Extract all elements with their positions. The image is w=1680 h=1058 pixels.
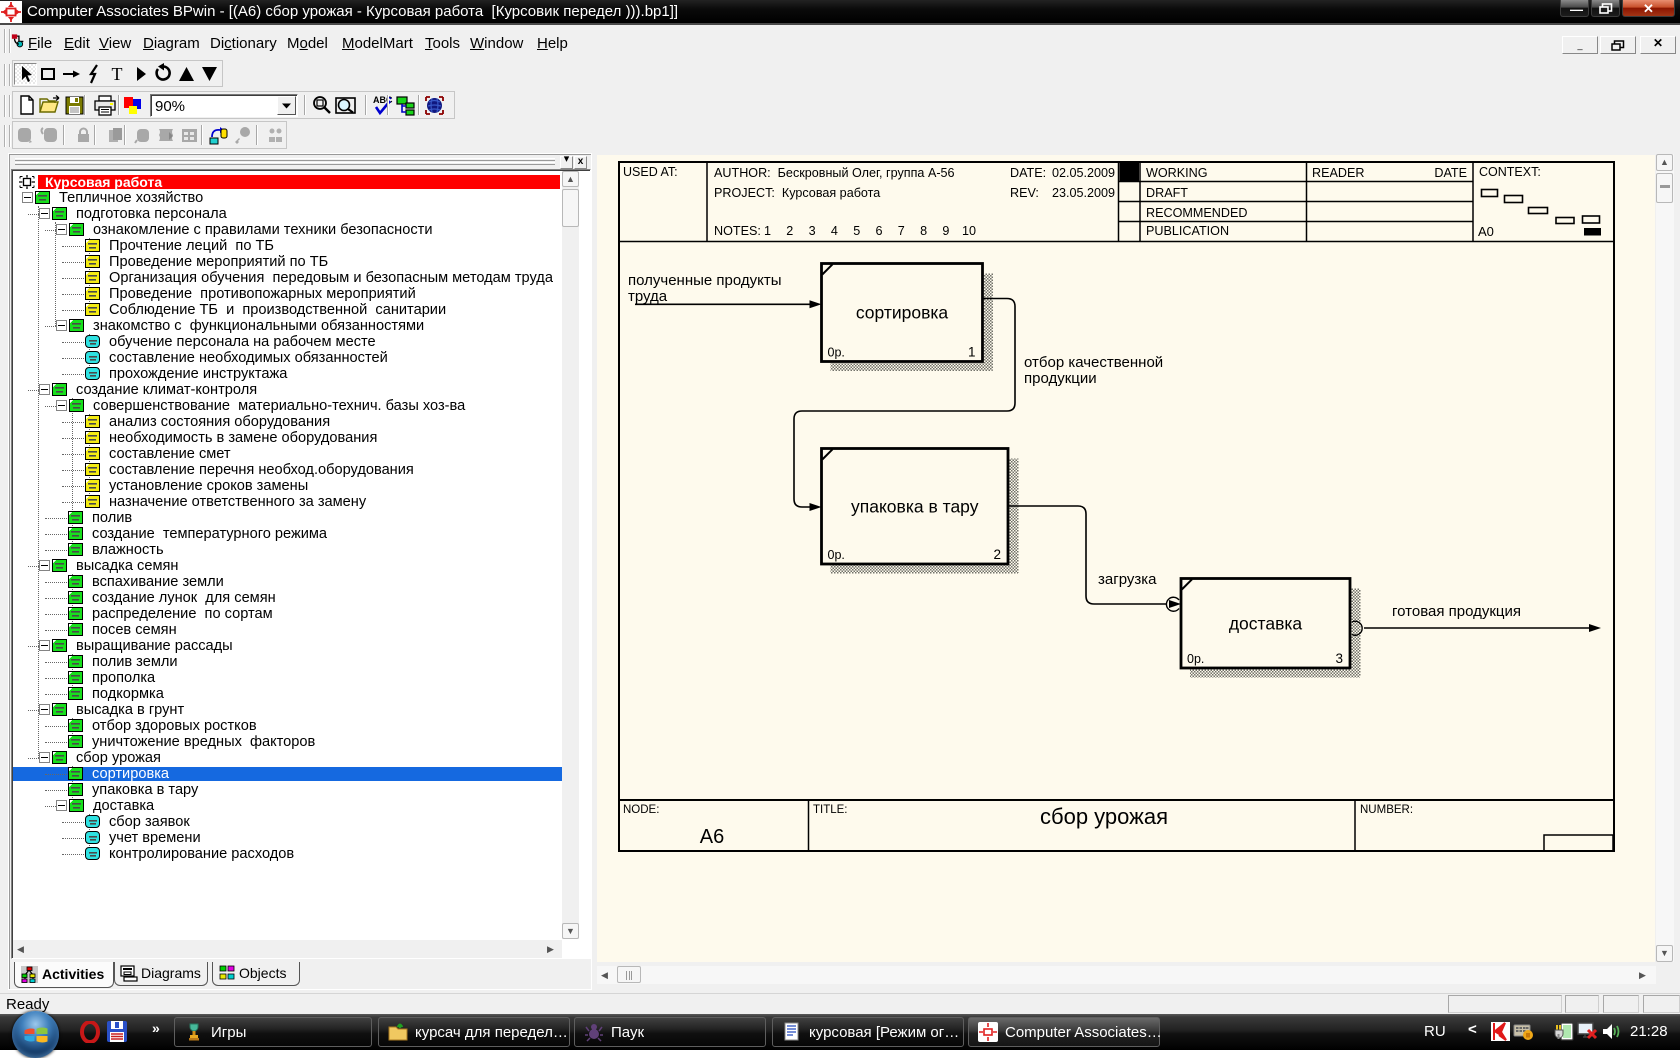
svg-text:WORKING: WORKING [1146, 166, 1208, 180]
svg-text:сортировка: сортировка [856, 303, 949, 323]
svg-text:отбор качественной: отбор качественной [1024, 354, 1163, 371]
svg-text:NODE:: NODE: [623, 804, 659, 816]
svg-text:ABC: ABC [373, 95, 393, 105]
svg-text:10: 10 [962, 224, 976, 238]
svg-text:полученные продукты: полученные продукты [628, 272, 782, 289]
svg-text:PUBLICATION: PUBLICATION [1146, 224, 1229, 238]
svg-text:23.05.2009: 23.05.2009 [1052, 186, 1115, 200]
svg-text:T: T [112, 64, 123, 84]
svg-text:02.05.2009: 02.05.2009 [1052, 166, 1115, 180]
svg-text:сбор урожая: сбор урожая [1040, 804, 1168, 829]
svg-text:продукции: продукции [1024, 370, 1097, 387]
svg-text:готовая продукция: готовая продукция [1392, 603, 1521, 620]
svg-text:3: 3 [809, 224, 816, 238]
svg-text:RECOMMENDED: RECOMMENDED [1146, 206, 1247, 220]
svg-text:5: 5 [853, 224, 860, 238]
svg-text:NOTES:: NOTES: [714, 224, 761, 238]
svg-text:PROJECT: Курсовая работа: PROJECT: Курсовая работа [714, 186, 880, 200]
svg-text:7: 7 [898, 224, 905, 238]
svg-text:0р.: 0р. [828, 346, 845, 360]
svg-text:6: 6 [876, 224, 883, 238]
svg-text:1: 1 [968, 345, 976, 360]
svg-text:3: 3 [1335, 651, 1343, 666]
svg-text:0р.: 0р. [828, 548, 845, 562]
svg-text:А6: А6 [700, 826, 724, 848]
svg-text:8: 8 [920, 224, 927, 238]
svg-text:упаковка в тару: упаковка в тару [851, 496, 979, 516]
svg-text:2: 2 [786, 224, 793, 238]
svg-text:9: 9 [942, 224, 949, 238]
svg-text:доставка: доставка [1229, 613, 1303, 633]
svg-text:0р.: 0р. [1187, 652, 1204, 666]
svg-text:DATE: DATE [1434, 166, 1467, 180]
svg-text:загрузка: загрузка [1098, 571, 1157, 588]
svg-text:NUMBER:: NUMBER: [1360, 804, 1413, 816]
svg-text:REV:: REV: [1010, 186, 1039, 200]
svg-text:DATE:: DATE: [1010, 166, 1046, 180]
svg-text:AUTHOR: Бескровный Олег, груп: AUTHOR: Бескровный Олег, группа А-56 [714, 166, 955, 180]
svg-text:TITLE:: TITLE: [813, 804, 848, 816]
svg-text:2: 2 [993, 547, 1001, 562]
svg-text:труда: труда [628, 288, 668, 305]
svg-text:DRAFT: DRAFT [1146, 186, 1188, 200]
svg-text:READER: READER [1312, 166, 1364, 180]
svg-text:A0: A0 [1478, 224, 1494, 239]
svg-text:4: 4 [831, 224, 838, 238]
svg-text:CONTEXT:: CONTEXT: [1479, 165, 1541, 179]
svg-text:USED AT:: USED AT: [623, 165, 678, 179]
svg-text:1: 1 [764, 224, 771, 238]
